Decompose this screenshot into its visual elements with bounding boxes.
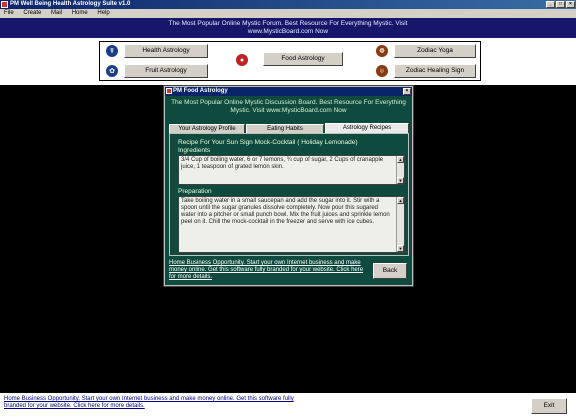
preparation-scrollbar[interactable]: ▲ ▼ (396, 197, 404, 252)
zodiac-yoga-icon: ☸ (376, 45, 388, 57)
ingredients-label: Ingredients (178, 147, 211, 154)
recipes-panel: Recipe For Your Sun Sign Mock-Cocktail (… (169, 133, 409, 256)
window-titlebar: PM Well Being Health Astrology Suite v1.… (0, 0, 576, 9)
menu-help[interactable]: Help (97, 10, 109, 16)
nav-box: ☤ Health Astrology ✿ Fruit Astrology ● F… (99, 41, 481, 81)
zodiac-healing-sign-button[interactable]: Zodiac Healing Sign (394, 64, 476, 78)
menu-file[interactable]: File (4, 10, 14, 16)
ingredients-text: 3/4 Cup of boiling water, 6 or 7 lemons,… (181, 157, 384, 170)
close-button[interactable]: × (566, 1, 575, 8)
minimize-button[interactable]: _ (546, 1, 555, 8)
menu-create[interactable]: Create (23, 10, 41, 16)
dialog-title: PM Food Astrology (173, 88, 228, 94)
exit-button[interactable]: Exit (531, 398, 567, 414)
food-astrology-dialog: PM Food Astrology × The Most Popular Onl… (164, 86, 413, 286)
preparation-text: Take boiling water in a small saucepan a… (181, 198, 390, 225)
menu-mail[interactable]: Mail (51, 10, 62, 16)
back-button[interactable]: Back (373, 263, 407, 279)
food-astrology-button[interactable]: Food Astrology (263, 52, 343, 66)
fruit-astrology-icon: ✿ (106, 65, 118, 77)
ingredients-textbox[interactable]: 3/4 Cup of boiling water, 6 or 7 lemons,… (178, 155, 405, 185)
app-icon (1, 1, 8, 8)
ingredients-scrollbar[interactable]: ▲ ▼ (396, 156, 404, 184)
dialog-app-icon (166, 88, 172, 94)
health-astrology-icon: ☤ (106, 45, 118, 57)
dialog-business-link[interactable]: Home Business Opportunity. Start your ow… (169, 260, 369, 281)
scroll-up-icon[interactable]: ▲ (397, 156, 404, 163)
scroll-down-icon[interactable]: ▼ (397, 177, 404, 184)
fruit-astrology-button[interactable]: Fruit Astrology (124, 64, 208, 78)
menu-bar: File Create Mail Home Help (0, 9, 576, 18)
banner-line2: www.MysticBoard.com Now (247, 28, 329, 35)
status-bar: Home Business Opportunity. Start your ow… (0, 393, 576, 420)
menu-home[interactable]: Home (72, 10, 88, 16)
dialog-titlebar: PM Food Astrology × (165, 87, 412, 96)
dialog-close-button[interactable]: × (403, 88, 411, 95)
business-opportunity-link[interactable]: Home Business Opportunity. Start your ow… (4, 396, 304, 410)
window-title: PM Well Being Health Astrology Suite v1.… (10, 1, 131, 7)
banner-line1: The Most Popular Online Mystic Forum. Be… (168, 20, 408, 27)
scroll-up-icon[interactable]: ▲ (397, 197, 404, 204)
preparation-label: Preparation (178, 188, 212, 195)
preparation-textbox[interactable]: Take boiling water in a small saucepan a… (178, 196, 405, 253)
zodiac-healing-sign-icon: ♅ (376, 65, 388, 77)
recipe-title: Recipe For Your Sun Sign Mock-Cocktail (… (178, 139, 358, 146)
health-astrology-button[interactable]: Health Astrology (124, 44, 208, 58)
food-astrology-icon: ● (236, 54, 248, 66)
zodiac-yoga-button[interactable]: Zodiac Yoga (394, 44, 476, 58)
scroll-down-icon[interactable]: ▼ (397, 245, 404, 252)
dialog-header-link[interactable]: The Most Popular Online Mystic Discussio… (165, 99, 412, 115)
maximize-button[interactable]: □ (556, 1, 565, 8)
mysticboard-banner[interactable]: The Most Popular Online Mystic Forum. Be… (0, 18, 576, 38)
